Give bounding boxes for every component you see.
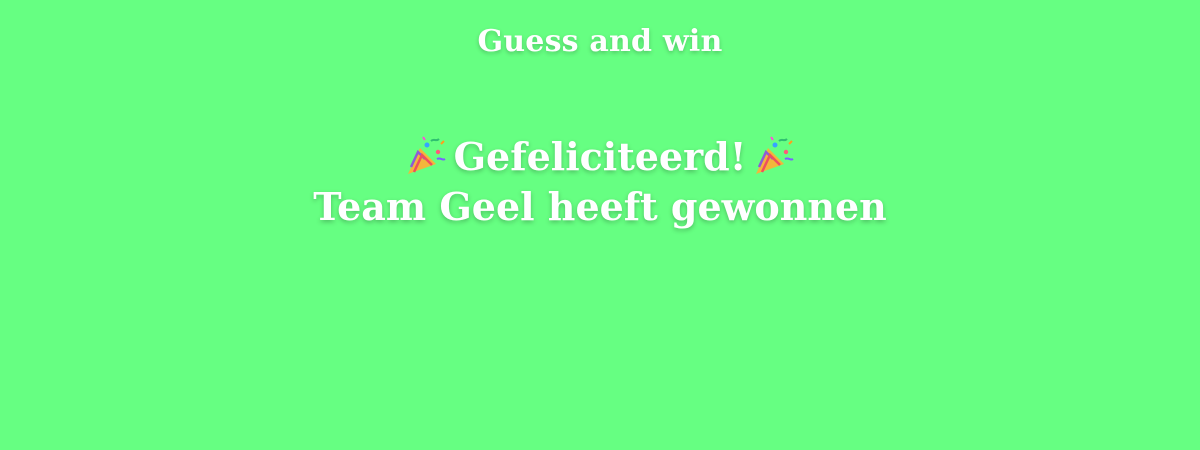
game-screen: Guess and win Gefeliciteerd! Team Geel h… bbox=[0, 0, 1200, 450]
winner-message: Team Geel heeft gewonnen bbox=[313, 184, 887, 229]
congrats-line: Gefeliciteerd! bbox=[0, 132, 1200, 182]
party-popper-icon bbox=[404, 136, 448, 178]
app-title: Guess and win bbox=[477, 24, 723, 59]
congrats-text: Gefeliciteerd! bbox=[453, 134, 747, 179]
party-popper-icon bbox=[752, 136, 796, 178]
result-announcement: Gefeliciteerd! Team Geel heeft gewonnen bbox=[0, 132, 1200, 232]
